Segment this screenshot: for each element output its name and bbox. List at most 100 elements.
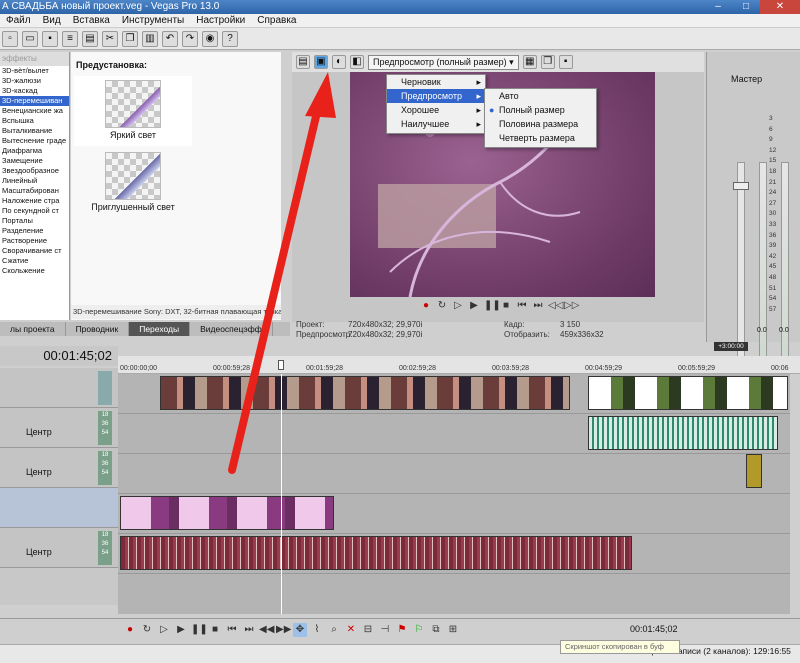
tab-explorer[interactable]: Проводник [66, 322, 130, 336]
master-fader-track[interactable] [737, 162, 745, 367]
menu-insert[interactable]: Вставка [67, 14, 116, 27]
menu-view[interactable]: Вид [37, 14, 67, 27]
track-header-audio-1[interactable]: Центр 18 36 54 [0, 408, 118, 448]
track-header-audio-3[interactable]: Центр 18 36 54 [0, 528, 118, 568]
transition-item[interactable]: Разделение [0, 226, 69, 236]
region-icon[interactable]: ⚐ [412, 623, 426, 637]
play-from-start-icon[interactable]: ▷ [157, 623, 171, 637]
video-clip-intro[interactable] [120, 496, 334, 530]
step-forward-icon[interactable]: ▷▷ [564, 300, 579, 312]
prev-icon[interactable]: ⏮ [225, 623, 239, 637]
pause-icon[interactable]: ❚❚ [484, 300, 501, 312]
transition-item[interactable]: Масштабирован [0, 186, 69, 196]
redo-icon[interactable]: ↷ [182, 30, 198, 47]
transition-item[interactable]: 3D-жалюзи [0, 76, 69, 86]
loop-icon[interactable]: ↻ [436, 300, 448, 312]
next-frame-icon[interactable]: ⏭ [532, 300, 544, 312]
forward-icon[interactable]: ▶▶ [276, 623, 291, 637]
open-icon[interactable]: ▭ [22, 30, 38, 47]
playback-cursor[interactable] [281, 374, 282, 614]
stop-icon[interactable]: ■ [500, 300, 512, 312]
external-monitor-icon[interactable]: ▣ [314, 55, 328, 69]
transition-item[interactable]: Порталы [0, 216, 69, 226]
audio-clip-music[interactable] [120, 536, 632, 570]
transition-item[interactable]: Сворачивание ст [0, 246, 69, 256]
time-ruler[interactable]: 00:00:00;00 00:00:59;28 00:01:59;28 00:02:5… [118, 356, 800, 374]
transition-item[interactable]: Замещение [0, 156, 69, 166]
burn-icon[interactable]: ◉ [202, 30, 218, 47]
menu-item-half-size[interactable]: Половина размера [485, 117, 596, 131]
preset-dim-light[interactable]: Приглушенный свет [74, 148, 192, 218]
undo-icon[interactable]: ↶ [162, 30, 178, 47]
preview-quality-dropdown[interactable]: Предпросмотр (полный размер) ▾ [368, 54, 519, 70]
pause-icon[interactable]: ❚❚ [191, 623, 208, 637]
preview-properties-icon[interactable]: ▤ [296, 55, 310, 69]
marker-icon[interactable]: ⚑ [395, 623, 409, 637]
tab-project-media[interactable]: лы проекта [0, 322, 66, 336]
master-fader[interactable] [733, 182, 749, 190]
play-icon[interactable]: ▶ [174, 623, 188, 637]
snap-icon[interactable]: ⧉ [429, 623, 443, 637]
menu-help[interactable]: Справка [251, 14, 302, 27]
menu-options[interactable]: Настройки [190, 14, 251, 27]
autoripple-icon[interactable]: ⊞ [446, 623, 460, 637]
playhead-handle[interactable] [278, 360, 284, 370]
tab-transitions[interactable]: Переходы [129, 322, 191, 336]
normal-edit-tool-icon[interactable]: ✥ [293, 623, 307, 637]
cut-icon[interactable]: ✂ [102, 30, 118, 47]
audio-clip-2[interactable] [746, 454, 762, 488]
trim-icon[interactable]: ⊟ [361, 623, 375, 637]
record-icon[interactable]: ● [123, 623, 137, 637]
menu-item-quarter-size[interactable]: Четверть размера [485, 131, 596, 145]
transition-item[interactable]: Вытеснение граде [0, 136, 69, 146]
step-back-icon[interactable]: ◁◁ [548, 300, 563, 312]
maximize-button[interactable]: □ [732, 0, 760, 14]
audio-clip-1[interactable] [588, 416, 778, 450]
envelope-tool-icon[interactable]: ⌇ [310, 623, 324, 637]
track-header-audio-2[interactable]: Центр 18 36 54 [0, 448, 118, 488]
prev-frame-icon[interactable]: ⏮ [516, 300, 528, 312]
copy-icon[interactable]: ❐ [122, 30, 138, 47]
copy-snapshot-icon[interactable]: ❐ [540, 55, 555, 69]
transition-item[interactable]: Сжатие [0, 256, 69, 266]
menu-item-best[interactable]: Наилучшее ▸ [387, 117, 485, 131]
transition-item[interactable]: Диафрагма [0, 146, 69, 156]
video-clip-outdoor[interactable] [588, 376, 788, 410]
transition-item[interactable]: Венецианские жа [0, 106, 69, 116]
menu-item-good[interactable]: Хорошее ▸ [387, 103, 485, 117]
transition-item[interactable]: Линейный [0, 176, 69, 186]
transition-item[interactable]: Растворение [0, 236, 69, 246]
play-from-start-icon[interactable]: ▷ [452, 300, 464, 312]
rewind-icon[interactable]: ◀◀ [259, 623, 274, 637]
transition-item[interactable]: По секундной ст [0, 206, 69, 216]
menu-tools[interactable]: Инструменты [116, 14, 190, 27]
new-icon[interactable]: ▫ [2, 30, 18, 47]
help-icon[interactable]: ? [222, 30, 238, 47]
close-button[interactable]: ✕ [760, 0, 800, 14]
video-clip-photos[interactable] [160, 376, 570, 410]
track-header-video-2[interactable] [0, 488, 118, 528]
minimize-button[interactable]: – [704, 0, 732, 14]
play-icon[interactable]: ▶ [468, 300, 480, 312]
transition-item[interactable]: Наложение стра [0, 196, 69, 206]
tab-video-fx[interactable]: Видеоспецэфф [190, 322, 273, 336]
menu-file[interactable]: Файл [0, 14, 37, 27]
next-icon[interactable]: ⏭ [242, 623, 256, 637]
record-icon[interactable]: ● [420, 300, 432, 312]
transition-item[interactable]: Выталкивание [0, 126, 69, 136]
overlays-icon[interactable]: ▦ [522, 55, 537, 69]
menu-item-auto[interactable]: Авто [485, 89, 596, 103]
fx-icon[interactable]: ◐ [332, 55, 346, 69]
transition-item[interactable]: 3D-каскад [0, 86, 69, 96]
menu-item-draft[interactable]: Черновик ▸ [387, 75, 485, 89]
transition-item[interactable]: Скольжение [0, 266, 69, 276]
split-screen-icon[interactable]: ◧ [350, 55, 364, 69]
transition-item[interactable]: 3D-вѐт/вылет [0, 66, 69, 76]
transition-item[interactable]: Звездообразное [0, 166, 69, 176]
transition-item[interactable]: 3D-перемешиван [0, 96, 69, 106]
paste-icon[interactable]: ▥ [142, 30, 158, 47]
transition-item[interactable]: Вспышка [0, 116, 69, 126]
menu-item-preview[interactable]: Предпросмотр ▸ [387, 89, 485, 103]
split-icon[interactable]: ⊣ [378, 623, 392, 637]
properties-icon[interactable]: ≡ [62, 30, 78, 47]
